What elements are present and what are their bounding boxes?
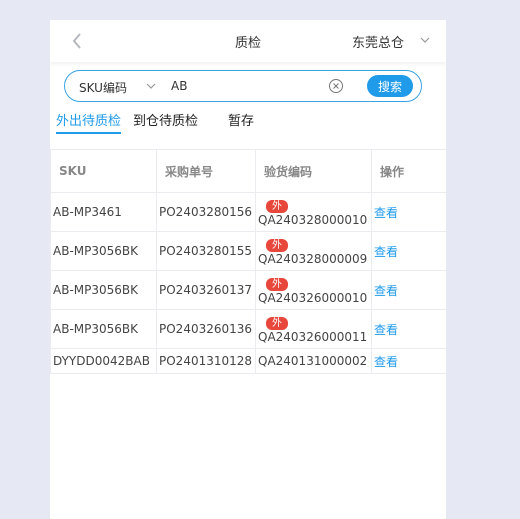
inspection-code: QA240326000011 <box>258 329 368 344</box>
po-cell: PO2403260136 <box>156 309 256 349</box>
code-cell: 外 QA240326000010 <box>255 270 372 310</box>
inspection-table: SKU 采购单号 验货编码 操作 AB-MP3461 PO2403280156 … <box>50 149 446 374</box>
sku-cell: DYYDD0042BAB <box>50 348 157 374</box>
outbound-badge: 外 <box>266 238 288 252</box>
sku-cell: AB-MP3056BK <box>50 231 157 271</box>
po-cell: PO2401310128 <box>156 348 256 374</box>
code-cell: 外 QA240328000010 <box>255 192 372 232</box>
po-cell: PO2403260137 <box>156 270 256 310</box>
active-tab-indicator <box>56 132 121 134</box>
po-cell: PO2403280155 <box>156 231 256 271</box>
inspection-code: QA240326000010 <box>258 290 368 305</box>
table-row: AB-MP3056BK PO2403260136 外 QA24032600001… <box>50 309 446 349</box>
quality-check-panel: 质检 东莞总仓 SKU编码 搜索 外出待质检 到仓待质检 暂存 <box>50 20 446 519</box>
sku-cell: AB-MP3461 <box>50 192 157 232</box>
table-row: AB-MP3056BK PO2403260137 外 QA24032600001… <box>50 270 446 310</box>
search-bar: SKU编码 搜索 <box>64 70 422 102</box>
inspection-code: QA240328000009 <box>258 251 368 266</box>
tab-outbound-pending[interactable]: 外出待质检 <box>56 110 121 129</box>
table-header-row: SKU 采购单号 验货编码 操作 <box>50 149 446 193</box>
chevron-down-icon[interactable] <box>145 80 157 92</box>
po-cell: PO2403280156 <box>156 192 256 232</box>
view-link[interactable]: 查看 <box>374 206 398 220</box>
action-cell: 查看 <box>371 192 446 232</box>
column-header-po: 采购单号 <box>156 149 256 193</box>
code-cell: 外 QA240326000011 <box>255 309 372 349</box>
action-cell: 查看 <box>371 270 446 310</box>
tab-bar: 外出待质检 到仓待质检 暂存 <box>50 108 446 134</box>
view-link[interactable]: 查看 <box>374 323 398 337</box>
action-cell: 查看 <box>371 231 446 271</box>
view-link[interactable]: 查看 <box>374 284 398 298</box>
column-header-action: 操作 <box>371 149 446 193</box>
sku-cell: AB-MP3056BK <box>50 309 157 349</box>
table-row: AB-MP3461 PO2403280156 外 QA240328000010 … <box>50 192 446 232</box>
action-cell: 查看 <box>371 348 446 374</box>
clear-icon[interactable] <box>328 78 344 94</box>
code-cell: 外 QA240328000009 <box>255 231 372 271</box>
table-row: AB-MP3056BK PO2403280155 外 QA24032800000… <box>50 231 446 271</box>
warehouse-selector[interactable]: 东莞总仓 <box>352 32 404 51</box>
search-button[interactable]: 搜索 <box>367 75 413 97</box>
action-cell: 查看 <box>371 309 446 349</box>
outbound-badge: 外 <box>266 316 288 330</box>
inspection-code: QA240328000010 <box>258 212 368 227</box>
code-cell: QA240131000002 <box>255 348 372 374</box>
header-bar: 质检 东莞总仓 <box>50 20 446 62</box>
sku-cell: AB-MP3056BK <box>50 270 157 310</box>
outbound-badge: 外 <box>266 277 288 291</box>
search-input[interactable] <box>171 76 321 96</box>
column-header-sku: SKU <box>50 149 157 193</box>
outbound-badge: 外 <box>266 199 288 213</box>
tab-arrival-pending[interactable]: 到仓待质检 <box>133 110 198 129</box>
table-row: DYYDD0042BAB PO2401310128 QA240131000002… <box>50 348 446 374</box>
inspection-code: QA240131000002 <box>258 354 368 368</box>
column-header-code: 验货编码 <box>255 149 372 193</box>
view-link[interactable]: 查看 <box>374 355 398 369</box>
chevron-down-icon[interactable] <box>419 34 431 46</box>
tab-temp-storage[interactable]: 暂存 <box>228 110 254 129</box>
search-type-select[interactable]: SKU编码 <box>79 79 127 96</box>
view-link[interactable]: 查看 <box>374 245 398 259</box>
